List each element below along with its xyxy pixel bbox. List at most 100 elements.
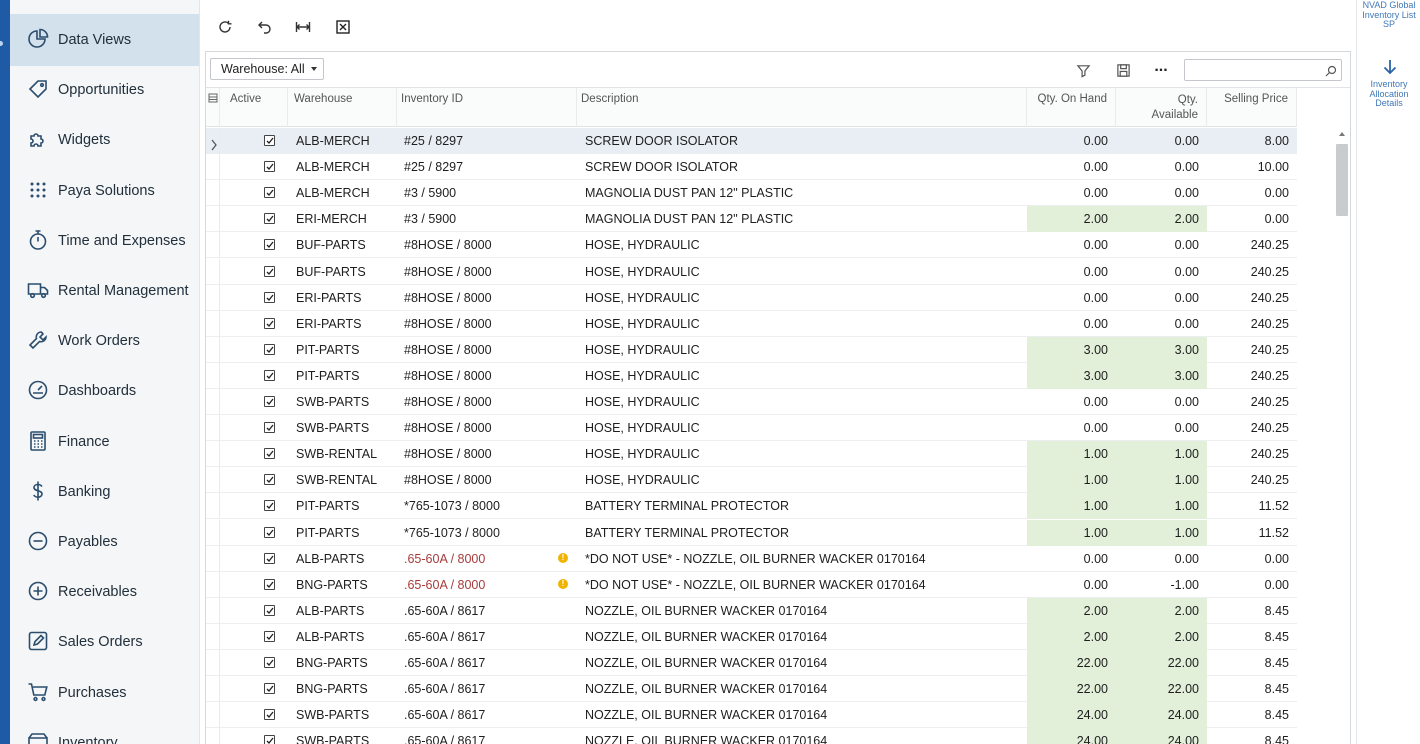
active-checkbox[interactable] — [264, 552, 275, 564]
table-row[interactable]: ALB-MERCH #25 / 8297 SCREW DOOR ISOLATOR 0.… — [206, 154, 1297, 181]
column-header-selling-price[interactable]: Selling Price — [1207, 88, 1297, 127]
sidebar-item-time-and-expenses[interactable]: Time and Expenses — [10, 215, 199, 267]
row-selector[interactable] — [206, 728, 220, 744]
row-selector[interactable] — [206, 154, 220, 181]
table-row[interactable]: BUF-PARTS #8HOSE / 8000 HOSE, HYDRAULIC 0.0… — [206, 232, 1297, 259]
row-selector[interactable] — [206, 650, 220, 676]
inventory-id-link[interactable]: *765-1073 / 8000 — [404, 526, 500, 540]
active-checkbox[interactable] — [264, 135, 275, 146]
cell-inventory-id[interactable]: #8HOSE / 8000 — [397, 285, 577, 311]
cell-inventory-id[interactable]: .65-60A / 8617 — [397, 676, 577, 702]
cell-inventory-id[interactable]: .65-60A / 8617 — [397, 598, 577, 624]
row-selector[interactable] — [206, 467, 220, 494]
vertical-scrollbar[interactable] — [1334, 128, 1350, 744]
cell-inventory-id[interactable]: #3 / 5900 — [397, 206, 577, 232]
cell-inventory-id[interactable]: #8HOSE / 8000 — [397, 259, 577, 285]
table-row[interactable]: BNG-PARTS .65-60A / 8617 NOZZLE, OIL BURNE… — [206, 676, 1297, 703]
active-checkbox[interactable] — [264, 604, 275, 616]
cell-inventory-id[interactable]: #8HOSE / 8000 — [397, 389, 577, 415]
grid-search[interactable] — [1184, 59, 1342, 81]
cell-inventory-id[interactable]: .65-60A / 8617 — [397, 728, 577, 744]
active-checkbox[interactable] — [264, 657, 275, 668]
active-checkbox[interactable] — [264, 578, 275, 590]
column-header-qty-available[interactable]: Qty. Available — [1116, 88, 1207, 127]
table-row[interactable]: ERI-PARTS #8HOSE / 8000 HOSE, HYDRAULIC 0.0… — [206, 284, 1297, 311]
active-checkbox[interactable] — [264, 369, 275, 381]
active-checkbox[interactable] — [264, 265, 275, 277]
inventory-id-link[interactable]: #8HOSE / 8000 — [404, 447, 492, 461]
table-row[interactable]: PIT-PARTS #8HOSE / 8000 HOSE, HYDRAULIC 3.0… — [206, 336, 1297, 363]
active-checkbox[interactable] — [264, 500, 275, 512]
inventory-id-link[interactable]: #8HOSE / 8000 — [404, 238, 492, 252]
active-checkbox[interactable] — [264, 343, 275, 355]
sidebar-item-sales-orders[interactable]: Sales Orders — [10, 616, 199, 668]
inventory-id-link[interactable]: #8HOSE / 8000 — [404, 291, 492, 305]
inventory-id-link[interactable]: .65-60A / 8617 — [404, 604, 485, 618]
active-checkbox[interactable] — [264, 630, 275, 642]
table-row[interactable]: SWB-RENTAL #8HOSE / 8000 HOSE, HYDRAULIC 1.… — [206, 441, 1297, 468]
sidebar-item-paya-solutions[interactable]: Paya Solutions — [10, 165, 199, 217]
active-checkbox[interactable] — [264, 239, 275, 251]
row-selector[interactable] — [206, 597, 220, 624]
inventory-allocation-details-link[interactable]: Inventory Allocation Details — [1357, 79, 1420, 109]
table-row[interactable]: BUF-PARTS #8HOSE / 8000 HOSE, HYDRAULIC 0.0… — [206, 258, 1297, 285]
row-selector[interactable] — [206, 389, 220, 415]
table-row[interactable]: ERI-MERCH #3 / 5900 MAGNOLIA DUST PAN 12" … — [206, 206, 1297, 233]
active-checkbox[interactable] — [264, 396, 275, 407]
inventory-id-link[interactable]: #8HOSE / 8000 — [404, 343, 492, 357]
cell-inventory-id[interactable]: #8HOSE / 8000 — [397, 415, 577, 441]
active-checkbox[interactable] — [264, 422, 275, 434]
cell-inventory-id[interactable]: #8HOSE / 8000 — [397, 441, 577, 467]
inventory-id-link[interactable]: .65-60A / 8617 — [404, 630, 485, 644]
table-row[interactable]: SWB-PARTS #8HOSE / 8000 HOSE, HYDRAULIC 0.0… — [206, 415, 1297, 442]
active-checkbox[interactable] — [264, 291, 275, 303]
sidebar-item-banking[interactable]: Banking — [10, 466, 199, 518]
sidebar-item-payables[interactable]: Payables — [10, 516, 199, 568]
cell-inventory-id[interactable]: #8HOSE / 8000 — [397, 232, 577, 258]
cell-inventory-id[interactable]: #3 / 5900 — [397, 180, 577, 206]
table-row[interactable]: ERI-PARTS #8HOSE / 8000 HOSE, HYDRAULIC 0.0… — [206, 310, 1297, 337]
inventory-id-link[interactable]: *765-1073 / 8000 — [404, 499, 500, 513]
sidebar-item-receivables[interactable]: Receivables — [10, 566, 199, 618]
search-input[interactable] — [1185, 60, 1317, 80]
row-selector[interactable] — [206, 623, 220, 650]
undo-button[interactable] — [253, 17, 275, 37]
table-row[interactable]: SWB-PARTS .65-60A / 8617 NOZZLE, OIL BURNE… — [206, 728, 1297, 744]
sidebar-item-purchases[interactable]: Purchases — [10, 667, 199, 719]
column-header-active[interactable]: Active — [220, 88, 288, 127]
row-selector[interactable] — [206, 702, 220, 729]
table-row[interactable]: ALB-PARTS .65-60A / 8000! *DO NOT USE* - N… — [206, 545, 1297, 572]
table-row[interactable]: BNG-PARTS .65-60A / 8000! *DO NOT USE* - N… — [206, 571, 1297, 598]
row-selector[interactable] — [206, 441, 220, 468]
inventory-id-link[interactable]: .65-60A / 8617 — [404, 682, 485, 696]
table-row[interactable]: PIT-PARTS *765-1073 / 8000 BATTERY TERMINA… — [206, 493, 1297, 520]
inventory-id-link[interactable]: .65-60A / 8000 — [404, 552, 485, 566]
active-checkbox[interactable] — [264, 161, 275, 173]
active-checkbox[interactable] — [264, 187, 275, 199]
inventory-id-link[interactable]: #3 / 5900 — [404, 212, 456, 226]
table-row[interactable]: SWB-RENTAL #8HOSE / 8000 HOSE, HYDRAULIC 1.… — [206, 467, 1297, 494]
cell-inventory-id[interactable]: *765-1073 / 8000 — [397, 493, 577, 519]
warehouse-filter-select[interactable]: Warehouse: All — [210, 58, 324, 80]
row-selector[interactable] — [206, 362, 220, 389]
search-icon[interactable] — [1325, 64, 1337, 77]
more-options-button[interactable]: ... — [1151, 58, 1171, 78]
row-selector[interactable] — [206, 336, 220, 363]
inventory-id-link[interactable]: #8HOSE / 8000 — [404, 395, 492, 409]
active-checkbox[interactable] — [264, 683, 275, 695]
row-selector[interactable] — [206, 206, 220, 233]
column-header-qty-on-hand[interactable]: Qty. On Hand — [1027, 88, 1116, 127]
row-selector[interactable] — [206, 676, 220, 703]
table-row[interactable]: BNG-PARTS .65-60A / 8617 NOZZLE, OIL BURNE… — [206, 650, 1297, 676]
cell-inventory-id[interactable]: #8HOSE / 8000 — [397, 467, 577, 493]
arrow-down-icon[interactable] — [1381, 58, 1399, 76]
column-header-warehouse[interactable]: Warehouse — [288, 88, 397, 127]
active-checkbox[interactable] — [264, 213, 275, 225]
cell-inventory-id[interactable]: *765-1073 / 8000 — [397, 520, 577, 546]
column-header-inventory-id[interactable]: Inventory ID — [397, 88, 577, 127]
sidebar-item-dashboards[interactable]: Dashboards — [10, 365, 199, 417]
fit-columns-button[interactable] — [292, 17, 314, 37]
nvad-global-inventory-list-link[interactable]: NVAD Global Inventory List SP — [1357, 0, 1420, 30]
inventory-id-link[interactable]: #8HOSE / 8000 — [404, 265, 492, 279]
row-selector[interactable] — [206, 128, 220, 154]
